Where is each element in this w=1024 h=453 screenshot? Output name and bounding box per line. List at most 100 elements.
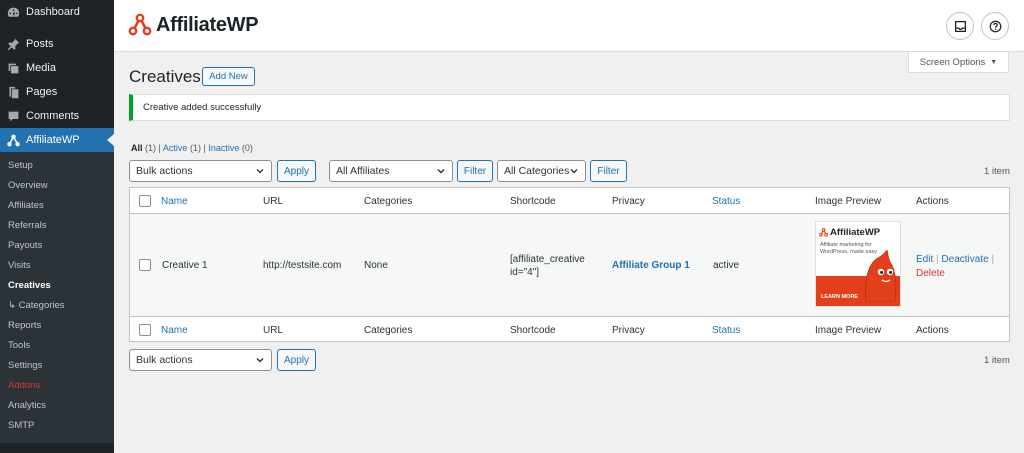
row-actions: Edit | Deactivate | Delete — [916, 253, 1008, 281]
creative-categories: None — [364, 260, 388, 271]
action-separator: | — [991, 254, 995, 265]
deactivate-link[interactable]: Deactivate — [941, 254, 988, 265]
view-active[interactable]: Active — [163, 143, 188, 153]
bulk-actions-select-bottom[interactable]: Bulk actions — [129, 349, 272, 371]
table-row: Creative 1 http://testsite.com None [aff… — [130, 214, 1009, 316]
menu-comments[interactable]: Comments — [0, 104, 114, 128]
view-all[interactable]: All — [131, 143, 143, 153]
item-count-bottom: 1 item — [984, 355, 1010, 366]
inbox-icon — [954, 20, 966, 32]
chevron-down-icon — [256, 169, 264, 174]
preview-brand: AffiliateWP — [819, 227, 880, 238]
submenu-settings[interactable]: Settings — [0, 356, 114, 376]
menu-posts-label: Posts — [26, 38, 54, 50]
filter-categories-button[interactable]: Filter — [590, 160, 627, 182]
comment-icon — [6, 109, 20, 123]
submenu-creatives[interactable]: Creatives — [0, 276, 114, 296]
submenu-affiliates[interactable]: Affiliates — [0, 196, 114, 216]
submenu-smtp[interactable]: SMTP — [0, 416, 114, 436]
column-url: URL — [263, 196, 284, 207]
view-separator: | — [158, 143, 161, 153]
submenu-analytics[interactable]: Analytics — [0, 396, 114, 416]
menu-affiliatewp-label: AffiliateWP — [26, 134, 80, 146]
column-image-preview: Image Preview — [815, 196, 882, 207]
view-separator: | — [203, 143, 206, 153]
chevron-down-icon: ▼ — [990, 58, 998, 66]
brand-name: AffiliateWP — [156, 13, 259, 36]
select-all-checkbox[interactable] — [139, 195, 151, 207]
creative-name: Creative 1 — [162, 260, 208, 271]
column-shortcode: Shortcode — [510, 325, 556, 336]
column-actions: Actions — [916, 325, 949, 336]
submenu-reports[interactable]: Reports — [0, 316, 114, 336]
column-image-preview: Image Preview — [815, 325, 882, 336]
help-button[interactable] — [981, 12, 1009, 40]
column-privacy: Privacy — [612, 196, 645, 207]
screen-options-toggle[interactable]: Screen Options ▼ — [908, 52, 1009, 73]
edit-link[interactable]: Edit — [916, 254, 933, 265]
menu-media[interactable]: Media — [0, 56, 114, 80]
apply-button-bottom[interactable]: Apply — [277, 349, 316, 371]
column-status[interactable]: Status — [712, 196, 740, 207]
table-header-row: Name URL Categories Shortcode Privacy St… — [130, 188, 1009, 214]
menu-pages[interactable]: Pages — [0, 80, 114, 104]
submenu-visits[interactable]: Visits — [0, 256, 114, 276]
notice-text: Creative added successfully — [143, 102, 262, 113]
creative-status: active — [713, 260, 740, 271]
preview-brand-text: AffiliateWP — [830, 227, 881, 238]
affiliates-filter-select[interactable]: All Affiliates — [329, 160, 453, 182]
creative-image-preview: AffiliateWP Affiliate marketing for Word… — [815, 221, 901, 307]
column-actions: Actions — [916, 196, 949, 207]
status-views: All (1) | Active (1) | Inactive (0) — [131, 143, 253, 153]
media-icon — [6, 61, 20, 75]
chevron-down-icon — [437, 169, 445, 174]
bulk-actions-select[interactable]: Bulk actions — [129, 160, 272, 182]
column-name[interactable]: Name — [161, 325, 188, 336]
column-categories: Categories — [364, 325, 413, 336]
pages-icon — [6, 85, 20, 99]
creative-privacy[interactable]: Affiliate Group 1 — [612, 260, 690, 271]
creatives-table: Name URL Categories Shortcode Privacy St… — [129, 187, 1010, 342]
help-icon — [989, 20, 1001, 32]
creative-shortcode: [affiliate_creative id="4"] — [510, 254, 585, 278]
row-checkbox[interactable] — [139, 259, 151, 271]
column-name[interactable]: Name — [161, 196, 188, 207]
submenu-categories[interactable]: ↳ Categories — [0, 296, 114, 316]
column-status[interactable]: Status — [712, 325, 740, 336]
menu-pages-label: Pages — [26, 86, 58, 98]
chevron-down-icon — [570, 169, 578, 174]
submenu-payouts[interactable]: Payouts — [0, 236, 114, 256]
preview-cta: LEARN MORE — [821, 294, 858, 300]
affiliates-filter-value: All Affiliates — [336, 165, 390, 177]
chevron-down-icon — [256, 358, 264, 363]
column-url: URL — [263, 325, 284, 336]
menu-dashboard-label: Dashboard — [26, 6, 80, 18]
view-inactive-count: (0) — [241, 143, 253, 153]
submenu-setup[interactable]: Setup — [0, 156, 114, 176]
submenu-overview[interactable]: Overview — [0, 176, 114, 196]
apply-button[interactable]: Apply — [277, 160, 316, 182]
menu-posts[interactable]: Posts — [0, 32, 114, 56]
menu-media-label: Media — [26, 62, 56, 74]
select-all-checkbox-footer[interactable] — [139, 324, 151, 336]
affiliatewp-submenu: Setup Overview Affiliates Referrals Payo… — [0, 152, 114, 443]
pin-icon — [6, 37, 20, 51]
filter-affiliates-button[interactable]: Filter — [457, 160, 493, 182]
column-privacy: Privacy — [612, 325, 645, 336]
add-new-button[interactable]: Add New — [202, 67, 255, 86]
affiliatewp-icon — [6, 133, 20, 147]
item-count: 1 item — [984, 166, 1010, 177]
view-inactive[interactable]: Inactive — [208, 143, 239, 153]
submenu-referrals[interactable]: Referrals — [0, 216, 114, 236]
table-footer-row: Name URL Categories Shortcode Privacy St… — [130, 316, 1009, 342]
success-notice: Creative added successfully — [129, 94, 1010, 121]
delete-link[interactable]: Delete — [916, 268, 945, 279]
menu-dashboard[interactable]: Dashboard — [0, 0, 114, 24]
menu-affiliatewp[interactable]: AffiliateWP — [0, 128, 114, 152]
inbox-button[interactable] — [946, 12, 974, 40]
categories-filter-select[interactable]: All Categories — [497, 160, 586, 182]
affiliatewp-logo-icon — [128, 13, 152, 36]
submenu-tools[interactable]: Tools — [0, 336, 114, 356]
screen-options-label: Screen Options — [919, 56, 986, 68]
submenu-addons[interactable]: Addons — [0, 376, 114, 396]
